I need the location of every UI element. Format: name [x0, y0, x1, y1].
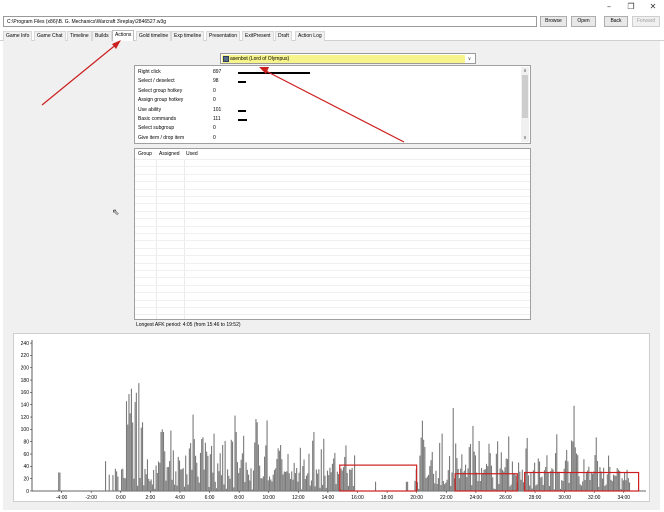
- annotation-arrowhead: [259, 67, 269, 74]
- annotation-arrowhead: [112, 40, 121, 49]
- annotation-arrow-line: [41, 42, 119, 106]
- annotation-arrow-line: [263, 69, 405, 143]
- annotation-overlay: [41, 40, 405, 143]
